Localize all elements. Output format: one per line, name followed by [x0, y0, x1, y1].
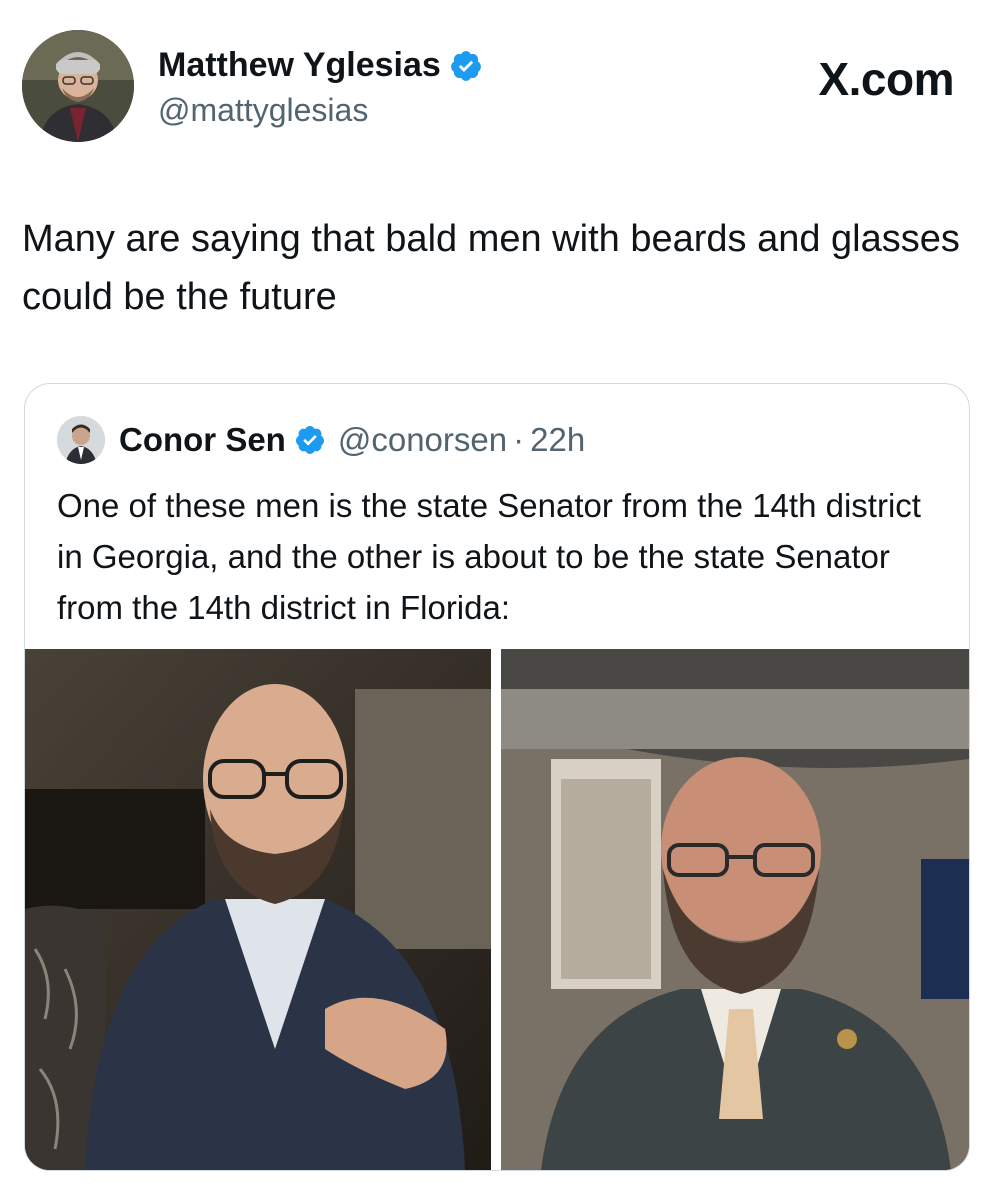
quoted-author-handle[interactable]: @conorsen — [338, 421, 507, 459]
tweet-text: Many are saying that bald men with beard… — [22, 218, 960, 318]
author-name[interactable]: Matthew Yglesias — [158, 46, 441, 85]
brand-logo[interactable]: X.com — [818, 52, 954, 106]
author-handle[interactable]: @mattyglesias — [158, 92, 368, 129]
right-photo[interactable] — [501, 649, 969, 1170]
left-photo[interactable] — [25, 649, 491, 1170]
author-name-row: Matthew Yglesias — [158, 46, 483, 85]
quoted-author-name[interactable]: Conor Sen — [119, 421, 286, 459]
quoted-author-avatar[interactable] — [57, 416, 105, 464]
quoted-tweet-text: One of these men is the state Senator fr… — [57, 487, 921, 626]
quoted-verified-badge-icon — [294, 424, 326, 456]
handle-time-separator: · — [513, 421, 525, 458]
verified-badge-icon — [449, 49, 483, 83]
quoted-tweet-header: Conor Sen @conorsen · 22h — [57, 416, 585, 464]
author-avatar[interactable] — [22, 30, 134, 142]
quoted-tweet-card[interactable]: Conor Sen @conorsen · 22h One of these m… — [24, 383, 970, 1171]
quoted-media-grid — [25, 649, 969, 1170]
tweet-header: Matthew Yglesias @mattyglesias X.com — [22, 30, 972, 150]
quoted-timestamp[interactable]: 22h — [530, 421, 585, 459]
photo-divider — [491, 649, 501, 1170]
